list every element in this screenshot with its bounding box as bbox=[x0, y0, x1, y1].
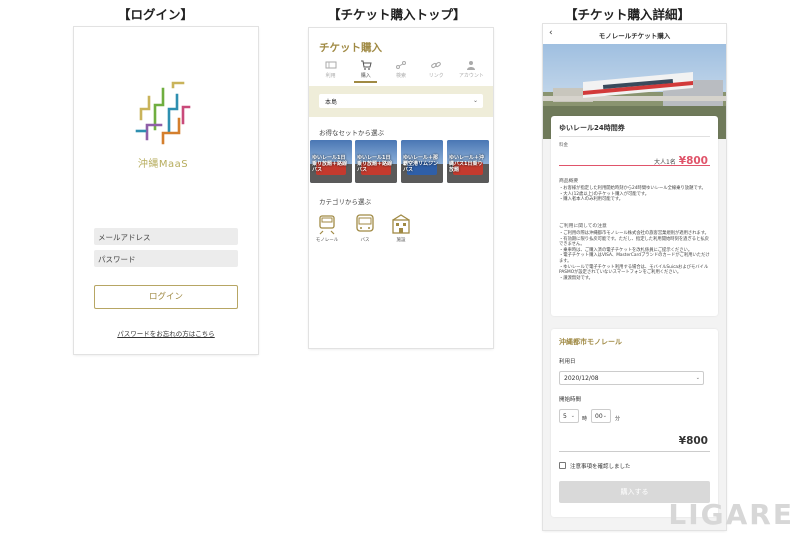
header-title: モノレールチケット購入 bbox=[598, 32, 671, 40]
tab-link[interactable]: リンク bbox=[419, 59, 454, 83]
set-card[interactable]: ゆいレール1日乗り放題＋路線バス bbox=[310, 140, 352, 183]
confirm-label: 注意事項を確認しました bbox=[570, 464, 631, 470]
time-label: 開始時間 bbox=[559, 397, 582, 403]
sets-label: お得なセットから選ぶ bbox=[319, 129, 384, 137]
minute-unit: 分 bbox=[615, 416, 621, 422]
divider bbox=[559, 136, 710, 137]
category-facility[interactable]: 施設 bbox=[387, 213, 415, 243]
cart-icon bbox=[360, 60, 372, 70]
set-card-caption: ゆいレール1日乗り放題＋路線バス bbox=[312, 155, 348, 173]
set-card[interactable]: ゆいレール＋沖縄バス1日乗り放題 bbox=[447, 140, 489, 183]
confirm-checkbox[interactable] bbox=[559, 462, 566, 469]
okinawa-maas-logo: 沖縄MaaS bbox=[133, 79, 193, 171]
tab-label: 利用 bbox=[325, 73, 336, 79]
notes-text: ・ご利用の際は沖縄都市モノレール株式会社の旅客営業規則が適用されます。 ・有効期… bbox=[559, 231, 710, 281]
hour-select[interactable]: 5 ⌄ bbox=[559, 409, 579, 423]
ligare-watermark: LIGARE bbox=[668, 498, 794, 531]
ticket-name: ゆいレール24時間券 bbox=[559, 124, 625, 132]
bus-icon bbox=[356, 214, 374, 232]
price-label: 料金 bbox=[559, 143, 568, 148]
chevron-down-icon: ⌄ bbox=[695, 375, 700, 381]
category-label-text: バス bbox=[360, 238, 370, 243]
hour-unit: 時 bbox=[582, 416, 588, 422]
booking-card: 沖縄都市モノレール 利用日 2020/12/08 ⌄ 開始時間 5 ⌄ 時 00… bbox=[551, 329, 718, 517]
set-card-caption: ゆいレール＋那覇空港リムジンバス bbox=[403, 155, 439, 173]
tab-label: 購入 bbox=[360, 73, 371, 79]
category-bus[interactable]: バス bbox=[351, 213, 379, 243]
route-icon bbox=[396, 61, 406, 69]
set-card-list: ゆいレール1日乗り放題＋路線バス ゆいレール1日乗り放題＋路線バス ゆいレール＋… bbox=[309, 140, 493, 183]
divider bbox=[559, 451, 710, 452]
date-label: 利用日 bbox=[559, 359, 576, 365]
price-underline bbox=[559, 165, 710, 166]
category-label-text: 施設 bbox=[396, 238, 406, 243]
category-monorail[interactable]: モノレール bbox=[313, 213, 341, 243]
set-card[interactable]: ゆいレール＋那覇空港リムジンバス bbox=[401, 140, 443, 183]
overview-label: 商品概要 bbox=[559, 179, 579, 184]
monorail-icon bbox=[319, 215, 335, 235]
region-select-value: 本島 bbox=[325, 99, 338, 106]
notes-label: ご利用に関しての注意 bbox=[559, 224, 607, 229]
account-icon bbox=[467, 61, 476, 70]
building-icon bbox=[392, 214, 410, 234]
header-bar: ‹ モノレールチケット購入 bbox=[543, 24, 726, 44]
page-title: チケット購入 bbox=[319, 42, 382, 54]
chevron-down-icon: ⌄ bbox=[602, 413, 607, 419]
ticket-icon bbox=[325, 61, 337, 69]
region-select[interactable]: 本島 ⌄ bbox=[319, 94, 483, 108]
notes-line: ・有効期に限り払戻可能です。ただし、指定した利用開始時刻を過ぎると払戻できません… bbox=[559, 236, 709, 248]
tab-search[interactable]: 検索 bbox=[383, 59, 418, 83]
tab-use[interactable]: 利用 bbox=[313, 59, 348, 83]
notes-line: ・ご利用の際は沖縄都市モノレール株式会社の旅客営業規則が適用されます。 bbox=[559, 231, 709, 236]
region-band: 本島 ⌄ bbox=[309, 86, 493, 117]
login-button[interactable]: ログイン bbox=[94, 285, 238, 309]
maas-logo-icon bbox=[135, 81, 191, 145]
detail-section-title: 【チケット購入詳細】 bbox=[565, 7, 691, 22]
page-root: 【ログイン】 【チケット購入トップ】 【チケット購入詳細】 沖縄MaaS メール… bbox=[0, 0, 800, 533]
notes-line: ・ゆいレールで電子チケット利用する場合は、モバイルSuicaおよびモバイルPAS… bbox=[559, 264, 709, 276]
date-select[interactable]: 2020/12/08 ⌄ bbox=[559, 371, 704, 385]
password-field[interactable]: パスワード bbox=[94, 250, 238, 267]
ticket-info-card: ゆいレール24時間券 料金 大人1名 ¥800 商品概要 ・お客様が指定した利用開… bbox=[551, 116, 718, 316]
tab-account[interactable]: アカウント bbox=[454, 59, 489, 83]
email-field[interactable]: メールアドレス bbox=[94, 228, 238, 245]
chevron-down-icon: ⌄ bbox=[570, 413, 575, 419]
hour-value: 5 bbox=[563, 413, 567, 420]
tab-bar: 利用 購入 検索 リンク アカウント bbox=[313, 59, 489, 83]
chevron-down-icon: ⌄ bbox=[472, 97, 478, 104]
logo-text: 沖縄MaaS bbox=[137, 159, 189, 170]
category-label: カテゴリから選ぶ bbox=[319, 198, 371, 206]
overview-line: ・購入者本人のみ利用可能です。 bbox=[559, 197, 624, 203]
top-section-title: 【チケット購入トップ】 bbox=[328, 7, 466, 22]
set-card-caption: ゆいレール＋沖縄バス1日乗り放題 bbox=[449, 155, 485, 173]
login-screen: 沖縄MaaS メールアドレス パスワード ログイン パスワードをお忘れの方はこち… bbox=[74, 27, 258, 354]
minute-select[interactable]: 00 ⌄ bbox=[591, 409, 611, 423]
tab-label: 検索 bbox=[396, 73, 407, 79]
tab-label: リンク bbox=[428, 73, 444, 79]
ticket-top-screen: チケット購入 利用 購入 検索 リンク アカウント 本島 ⌄ お得なセットから選… bbox=[309, 28, 493, 348]
date-value: 2020/12/08 bbox=[564, 375, 599, 382]
minute-value: 00 bbox=[595, 413, 603, 420]
total-price: ¥800 bbox=[678, 435, 708, 447]
overview-line: ・お客様が指定した利用開始時刻から24時間ゆいレール全線乗り放題です。 bbox=[559, 186, 706, 191]
overview-text: ・お客様が指定した利用開始時刻から24時間ゆいレール全線乗り放題です。 ・大人(… bbox=[559, 186, 710, 203]
forgot-password-link[interactable]: パスワードをお忘れの方はこちら bbox=[74, 328, 258, 338]
tab-purchase[interactable]: 購入 bbox=[348, 59, 383, 83]
tab-label: アカウント bbox=[458, 73, 484, 79]
set-card-caption: ゆいレール1日乗り放題＋路線バス bbox=[357, 155, 393, 173]
set-card[interactable]: ゆいレール1日乗り放題＋路線バス bbox=[355, 140, 397, 183]
category-list: モノレール バス 施設 bbox=[309, 213, 493, 249]
ticket-detail-screen: ‹ モノレールチケット購入 ゆいレール24時間券 料金 大人1名 ¥800 商品… bbox=[543, 24, 726, 530]
notes-line: ・電子チケット購入はVISA、MasterCardブランドのカードがご利用いただ… bbox=[559, 253, 710, 264]
operator-name: 沖縄都市モノレール bbox=[559, 338, 622, 346]
notes-line: ・譲渡無効です。 bbox=[559, 275, 593, 281]
link-icon bbox=[431, 61, 442, 69]
login-section-title: 【ログイン】 bbox=[118, 7, 194, 22]
category-label-text: モノレール bbox=[315, 238, 339, 243]
